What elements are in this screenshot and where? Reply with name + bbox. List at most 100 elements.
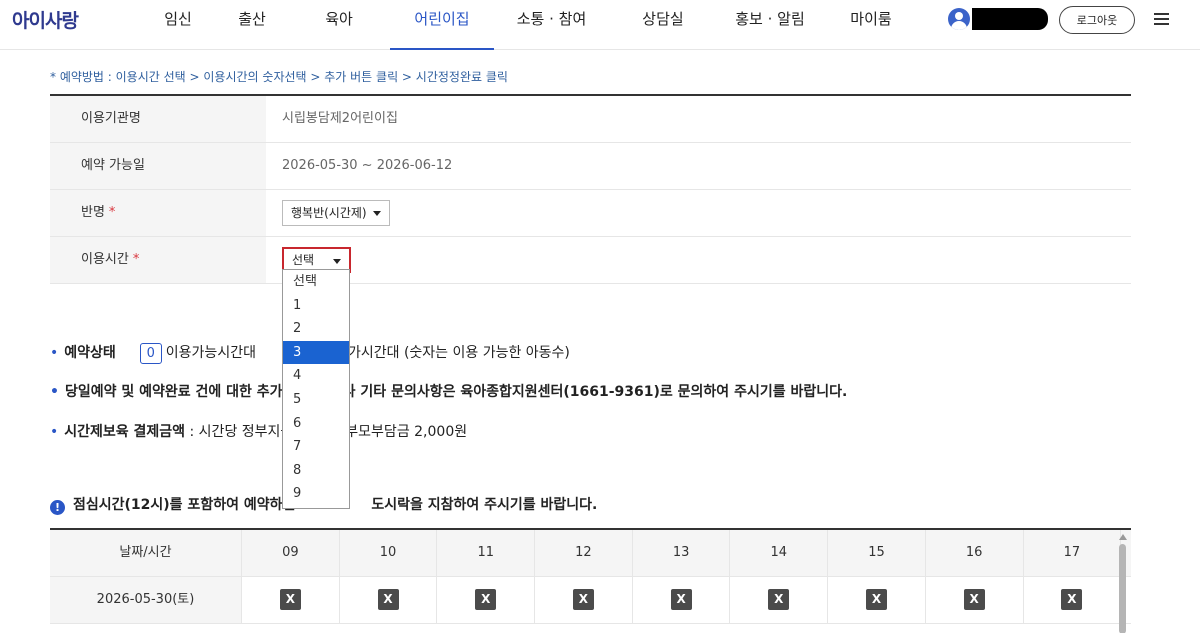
inquiry-line: • 당일예약 및 예약완료 건에 대한 추가 (부나 기타 문의사항은 육아종합지…: [50, 381, 847, 401]
date-row: 예약 가능일 2026-05-30 ~ 2026-06-12: [50, 143, 1131, 190]
schedule-header-row: 날짜/시간 09 10 11 12 13 14 15 16 17: [50, 530, 1131, 577]
schedule-header-date: 날짜/시간: [50, 530, 242, 576]
dropdown-option[interactable]: 선택: [283, 270, 349, 294]
inquiry-tail-text: 부나 기타 문의사항은 육아종합지원센터(1661-9361)로 문의하여 주시…: [329, 384, 848, 400]
time-label-cell: 이용시간 *: [50, 237, 266, 283]
hamburger-menu-icon[interactable]: [1154, 13, 1169, 25]
fee-head-text: : 시간당 정부지원: [185, 424, 294, 440]
schedule-cell: X: [633, 577, 731, 623]
date-value: 2026-05-30 ~ 2026-06-12: [282, 158, 453, 173]
time-label: 이용시간: [81, 252, 129, 267]
hour-header: 11: [437, 530, 536, 576]
caret-down-icon: [333, 259, 341, 264]
schedule-cell: X: [1024, 577, 1122, 623]
reservation-form: 이용기관명 시립봉담제2어린이집 예약 가능일 2026-05-30 ~ 202…: [50, 94, 1131, 284]
schedule-cell: X: [730, 577, 829, 623]
unavailable-x-icon: X: [1061, 589, 1083, 610]
schedule-cell: X: [437, 577, 536, 623]
class-value-cell: 행복반(시간제): [266, 190, 1131, 236]
bullet-icon: •: [50, 384, 59, 400]
bullet-icon: •: [50, 424, 59, 440]
unavailable-x-icon: X: [670, 589, 692, 610]
class-select[interactable]: 행복반(시간제): [282, 200, 390, 226]
hour-header: 10: [340, 530, 438, 576]
legend-tail-text: 가시간대 (숫자는 이용 가능한 아동수): [347, 345, 570, 361]
unavailable-x-icon: X: [377, 589, 399, 610]
info-exclamation-icon: !: [50, 500, 65, 515]
legend-available-box: 0: [139, 342, 162, 364]
required-mark: *: [108, 205, 116, 220]
schedule-scrollbar[interactable]: [1116, 534, 1130, 633]
time-value-cell: 선택: [266, 237, 1131, 283]
date-label: 예약 가능일: [50, 143, 266, 189]
unavailable-x-icon: X: [475, 589, 497, 610]
dropdown-option[interactable]: 1: [283, 294, 349, 318]
caret-down-icon: [373, 211, 381, 216]
schedule-cell: X: [926, 577, 1024, 623]
reservation-instruction: * 예약방법 : 이용시간 선택 > 이용시간의 숫자선택 > 추가 버튼 클릭…: [50, 70, 508, 84]
facility-value: 시립봉담제2어린이집: [282, 111, 398, 126]
nav-item-myroom[interactable]: 마이룸: [823, 0, 919, 50]
status-label: 예약상태: [64, 345, 116, 361]
required-mark: *: [132, 252, 140, 267]
class-row: 반명 * 행복반(시간제): [50, 190, 1131, 237]
user-avatar-icon[interactable]: [948, 8, 970, 30]
main-nav: 임신 출산 육아 어린이집 소통 · 참여 상담실 홍보 · 알림 마이룸: [140, 0, 919, 50]
dropdown-option[interactable]: 8: [283, 459, 349, 483]
scroll-thumb[interactable]: [1119, 544, 1126, 633]
nav-item-daycare[interactable]: 어린이집: [390, 0, 494, 50]
nav-item-pregnancy[interactable]: 임신: [140, 0, 216, 50]
dropdown-option[interactable]: 9: [283, 482, 349, 506]
table-row: 2026-05-30(토) X X X X X X X X X: [50, 577, 1131, 624]
unavailable-x-icon: X: [279, 589, 301, 610]
nav-item-counseling[interactable]: 상담실: [609, 0, 717, 50]
bullet-icon: •: [50, 345, 59, 361]
schedule-cell: X: [535, 577, 633, 623]
dropdown-option-selected[interactable]: 3: [283, 340, 349, 365]
legend-available-text: 이용가능시간대: [165, 345, 256, 361]
time-select-value: 선택: [292, 253, 315, 267]
logout-button[interactable]: 로그아웃: [1059, 6, 1135, 34]
redacted-username: [972, 8, 1048, 30]
schedule-date-cell: 2026-05-30(토): [50, 577, 242, 623]
unavailable-x-icon: X: [865, 589, 887, 610]
dropdown-option[interactable]: 6: [283, 412, 349, 436]
unavailable-x-icon: X: [963, 589, 985, 610]
hour-header: 13: [633, 530, 731, 576]
class-label-cell: 반명 *: [50, 190, 266, 236]
nav-item-birth[interactable]: 출산: [216, 0, 288, 50]
site-header: 아이사랑 임신 출산 육아 어린이집 소통 · 참여 상담실 홍보 · 알림 마…: [0, 0, 1200, 50]
hour-header: 14: [730, 530, 829, 576]
class-label: 반명: [81, 205, 105, 220]
dropdown-option[interactable]: 4: [283, 364, 349, 388]
time-row: 이용시간 * 선택: [50, 237, 1131, 284]
facility-label: 이용기관명: [50, 96, 266, 142]
dropdown-option[interactable]: 2: [283, 317, 349, 341]
site-logo[interactable]: 아이사랑: [12, 6, 79, 33]
unavailable-x-icon: X: [572, 589, 594, 610]
hour-header: 12: [535, 530, 633, 576]
hour-header: 09: [242, 530, 340, 576]
facility-row: 이용기관명 시립봉담제2어린이집: [50, 96, 1131, 143]
class-select-value: 행복반(시간제): [291, 206, 367, 220]
fee-line: • 시간제보육 결제금액 : 시간당 정부지원 부모부담금 2,000원: [50, 421, 467, 441]
schedule-cell: X: [242, 577, 340, 623]
hour-header: 16: [926, 530, 1024, 576]
time-dropdown-list: 선택 1 2 3 4 5 6 7 8 9: [282, 269, 350, 509]
nav-item-parenting[interactable]: 육아: [288, 0, 390, 50]
schedule-cell: X: [828, 577, 926, 623]
scroll-up-arrow-icon[interactable]: [1119, 534, 1127, 540]
nav-item-news[interactable]: 홍보 · 알림: [717, 0, 823, 50]
dropdown-option[interactable]: 7: [283, 435, 349, 459]
hour-header: 15: [828, 530, 926, 576]
schedule-cell: X: [340, 577, 438, 623]
unavailable-x-icon: X: [768, 589, 790, 610]
fee-tail-text: 부모부담금 2,000원: [345, 424, 468, 440]
fee-label: 시간제보육 결제금액: [64, 424, 186, 440]
hour-header: 17: [1024, 530, 1122, 576]
dropdown-option[interactable]: 5: [283, 388, 349, 412]
nav-item-community[interactable]: 소통 · 참여: [494, 0, 609, 50]
schedule-table: 날짜/시간 09 10 11 12 13 14 15 16 17 2026-05…: [50, 528, 1131, 624]
notice-tail-text: 도시락을 지참하여 주시기를 바랍니다.: [371, 497, 598, 513]
notice-head-text: 점심시간(12시)를 포함하여 예약하신: [73, 497, 296, 513]
